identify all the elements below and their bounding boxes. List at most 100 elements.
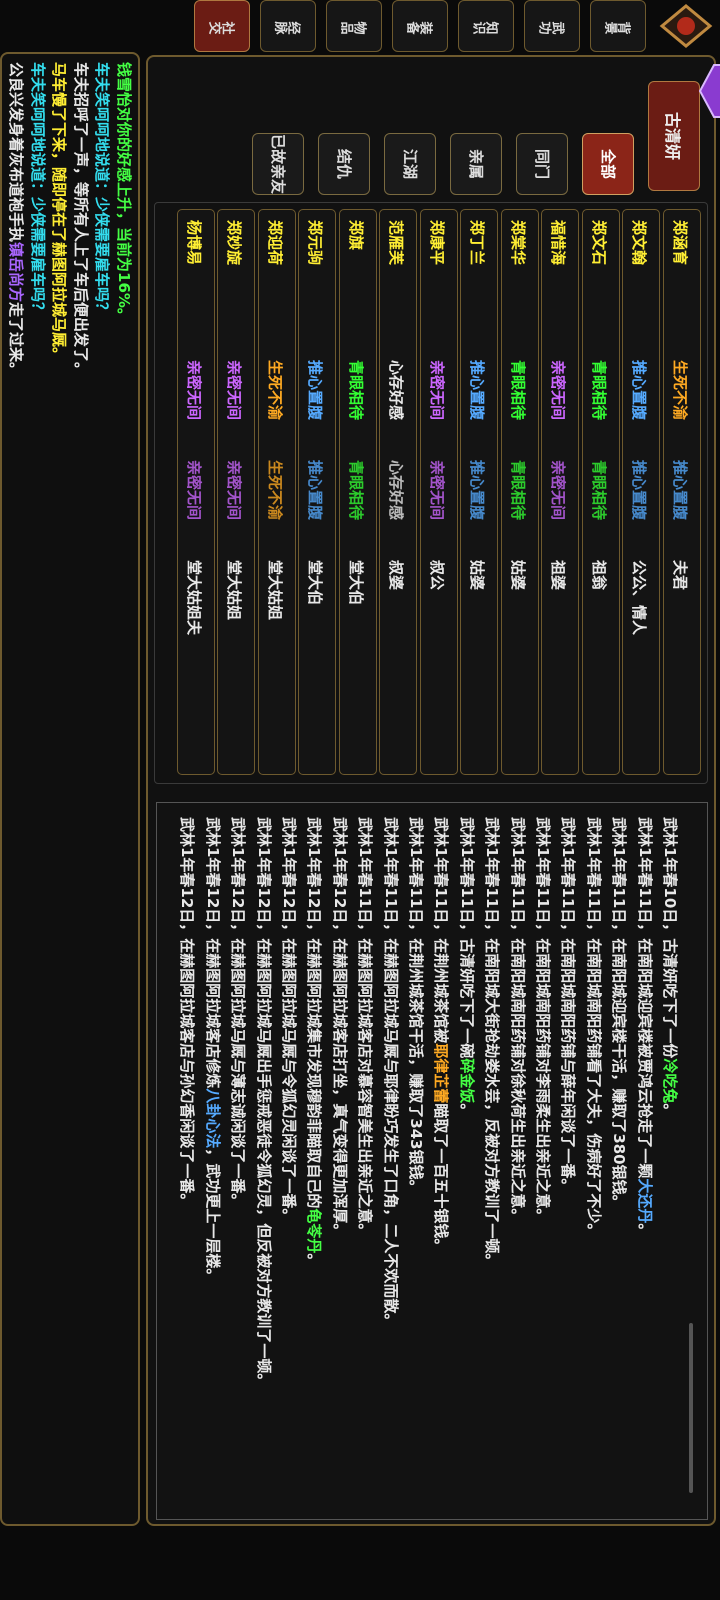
menu-button-7[interactable]: 社交: [194, 0, 250, 52]
log-segment: 武林1年春12日，在赫图阿拉城客店打坐，真气变得更加浑厚。: [330, 817, 349, 1239]
story-segment: 车夫招呼了一声，等所有人上了车后便出发了。: [72, 62, 90, 378]
story-segment: 公良兴发身着灰布道袍手执: [7, 62, 26, 243]
log-line: 武林1年春11日，古清妍吃下了一碗碎金饭。: [458, 817, 476, 1118]
relation-row[interactable]: 杨博易 亲密无间 亲密无间 堂大姑姐夫: [177, 209, 215, 775]
relation-name: 福惜海: [549, 220, 568, 266]
relation-row[interactable]: 郑棠华 青眼相待 青眼相待 姑婆: [501, 209, 539, 775]
menu-button-1[interactable]: 背景: [590, 0, 646, 52]
tab-4[interactable]: 江湖: [384, 133, 436, 195]
log-line: 武林1年春12日，在赫图阿拉城客店修炼八卦心法，武功更上一层楼。: [204, 817, 222, 1283]
relation-relation: 夫君: [671, 560, 689, 591]
relation-row[interactable]: 郑妙旋 亲密无间 亲密无间 堂大姑姐: [217, 209, 256, 775]
menu-button-3[interactable]: 知识: [458, 0, 514, 52]
log-segment: 武林1年春11日，在赫图阿拉城马厩与耶律盼巧发生了口角，二人不欢而散。: [381, 817, 400, 1329]
relation-tag2: 青眼相待: [509, 460, 527, 521]
log-segment: 武林1年春11日，古清妍吃下了一碗: [457, 817, 476, 1059]
tab-1[interactable]: 全部: [582, 133, 634, 195]
relation-tag2: 亲密无间: [549, 460, 568, 521]
log-segment: 武林1年春11日，在赫图阿拉城客店对慕容智美生出亲近之意。: [356, 817, 375, 1239]
menu-button-label: 经脉: [275, 18, 301, 34]
relation-row[interactable]: 范雁芙 心存好感 心存好感 叔婆: [379, 209, 418, 775]
relation-name: 郑涵育: [671, 220, 689, 266]
menu-button-5[interactable]: 物品: [326, 0, 382, 52]
menu-button-4[interactable]: 装备: [392, 0, 448, 52]
log-scrollbar[interactable]: [689, 1323, 693, 1493]
relation-tag1: 青眼相待: [347, 360, 365, 421]
story-segment: 钱雪怡对你的好感上升，当前为16%。: [115, 62, 133, 323]
relation-relation: 祖翁: [590, 560, 608, 591]
menu-button-label: 社交: [209, 18, 235, 34]
log-line: 武林1年春11日，在南阳城南阳药铺对徐秋荷生出亲近之意。: [509, 817, 527, 1223]
log-segment: 。: [635, 1223, 654, 1239]
tab-3[interactable]: 亲属: [450, 133, 502, 195]
log-segment: 冷吃兔: [661, 1058, 679, 1104]
relations-table: 郑涵育 生死不渝 推心置腹 夫君 郑文翰 推心置腹 推心置腹 公公、情人 郑文石 青眼相待 青眼相待…: [154, 202, 708, 784]
log-segment: 武林1年春11日，在南阳城南阳药铺对徐秋荷生出亲近之意。: [508, 817, 527, 1224]
log-line: 武林1年春12日，在赫图阿拉城客店打坐，真气变得更加浑厚。: [331, 817, 349, 1238]
log-segment: 。: [457, 1103, 476, 1119]
log-line: 武林1年春11日，在赫图阿拉城马厩与耶律盼巧发生了口角，二人不欢而散。: [382, 817, 400, 1328]
relation-row[interactable]: 郑康平 亲密无间 亲密无间 叔公: [420, 209, 458, 775]
relation-tag2: 亲密无间: [185, 460, 203, 521]
relation-tag1: 青眼相待: [590, 360, 608, 421]
story-segment: 镇岳尚方: [7, 242, 26, 303]
gg-badge-icon[interactable]: GG: [698, 61, 720, 121]
relation-row[interactable]: 郑丁兰 推心置腹 推心置腹 姑婆: [460, 209, 499, 775]
log-line: 武林1年春12日，在赫图阿拉城客店与孙幻香闲谈了一番。: [178, 817, 196, 1208]
log-segment: 碎金饭: [457, 1058, 476, 1104]
story-line: 公良兴发身着灰布道袍手执镇岳尚方走了过来。: [7, 62, 27, 377]
log-segment: ，武功更上一层楼。: [203, 1148, 222, 1284]
log-line: 武林1年春11日，在南阳城南阳药铺看了大夫，伤病好了不少。: [585, 817, 603, 1238]
log-line: 武林1年春12日，在赫图阿拉城马厩与薄志诚闲谈了一番。: [229, 817, 247, 1208]
relation-name: 杨博易: [185, 220, 203, 266]
game-logo-icon[interactable]: [658, 2, 714, 50]
relation-name: 郑元驹: [306, 220, 325, 266]
tab-6[interactable]: 已故亲友: [252, 133, 304, 195]
tab-label: 江湖: [401, 148, 420, 179]
menu-button-label: 知识: [473, 18, 499, 34]
menu-button-6[interactable]: 经脉: [260, 0, 316, 52]
log-segment: 武林1年春11日，在南阳城迎宾楼干活，赚取了380银钱。: [610, 817, 629, 1210]
log-segment: 武林1年春12日，在赫图阿拉城客店与孙幻香闲谈了一番。: [178, 817, 197, 1209]
event-log: 武林1年春10日，古清妍吃下了一份冷吃兔。 武林1年春11日，在南阳城迎宾楼被贾鸿…: [156, 802, 708, 1520]
story-segment: 马车慢了下来，随即停在了赫图阿拉城马厩。: [50, 62, 69, 363]
relation-row[interactable]: 郑旗 青眼相待 青眼相待 堂大伯: [339, 209, 377, 775]
relation-name: 郑文翰: [630, 220, 649, 266]
tab-2[interactable]: 同门: [516, 133, 568, 195]
menu-button-label: 背景: [605, 18, 631, 34]
relation-name: 郑迎荷: [266, 220, 284, 266]
relation-row[interactable]: 福惜海 亲密无间 亲密无间 祖婆: [541, 209, 580, 775]
relation-tag2: 亲密无间: [225, 460, 244, 521]
relation-tag1: 亲密无间: [185, 360, 203, 421]
log-line: 武林1年春11日，在南阳城南阳药铺与薛年闲谈了一番。: [559, 817, 577, 1193]
relation-row[interactable]: 郑元驹 推心置腹 推心置腹 堂大伯: [298, 209, 337, 775]
social-panel: 古清妍 GG 全部 同门 亲属 江湖 结仇 已故亲友 郑涵育 生死不渝 推心置腹 夫君 郑文翰 推心…: [146, 55, 720, 1526]
relation-name: 范雁芙: [387, 220, 406, 266]
relation-relation: 公公、情人: [630, 560, 649, 636]
character-name: 古清妍: [663, 111, 682, 160]
relation-row[interactable]: 郑文翰 推心置腹 推心置腹 公公、情人: [622, 209, 661, 775]
log-line: 武林1年春12日，在赫图阿拉城马厩与令狐幻灵闲谈了一番。: [280, 817, 298, 1223]
relation-tag1: 亲密无间: [225, 360, 244, 421]
relation-row[interactable]: 郑涵育 生死不渝 推心置腹 夫君: [663, 209, 701, 775]
log-segment: 武林1年春12日，在赫图阿拉城马厩与令狐幻灵闲谈了一番。: [280, 817, 298, 1224]
log-segment: 大还丹: [635, 1178, 654, 1224]
log-segment: 武林1年春11日，在南阳城南阳药铺看了大夫，伤病好了不少。: [584, 817, 603, 1239]
log-segment: 武林1年春11日，在南阳城南阳药铺对李雨柔生出亲近之意。: [534, 817, 552, 1224]
social-header: 古清妍 GG 全部 同门 亲属 江湖 结仇 已故亲友: [154, 63, 720, 197]
log-segment: 耶律芷蕾: [432, 1043, 451, 1104]
log-segment: 。: [305, 1253, 324, 1269]
story-line: 车夫招呼了一声，等所有人上了车后便出发了。: [71, 62, 91, 377]
relation-tag1: 亲密无间: [549, 360, 568, 421]
character-name-button[interactable]: 古清妍: [648, 81, 700, 191]
log-line: 武林1年春12日，在赫图阿拉城集市发现穆韵菲瞄取自己的龟苓丹。: [305, 817, 323, 1268]
relation-row[interactable]: 郑迎荷 生死不渝 生死不渝 堂大姑姐: [258, 209, 296, 775]
relation-tag1: 亲密无间: [428, 360, 446, 421]
relation-tag1: 生死不渝: [266, 360, 284, 421]
relation-row[interactable]: 郑文石 青眼相待 青眼相待 祖翁: [582, 209, 620, 775]
relation-tag2: 青眼相待: [590, 460, 608, 521]
relation-relation: 姑婆: [468, 560, 487, 591]
tab-5[interactable]: 结仇: [318, 133, 370, 195]
menu-button-2[interactable]: 武功: [524, 0, 580, 52]
relation-tag2: 推心置腹: [468, 460, 487, 521]
